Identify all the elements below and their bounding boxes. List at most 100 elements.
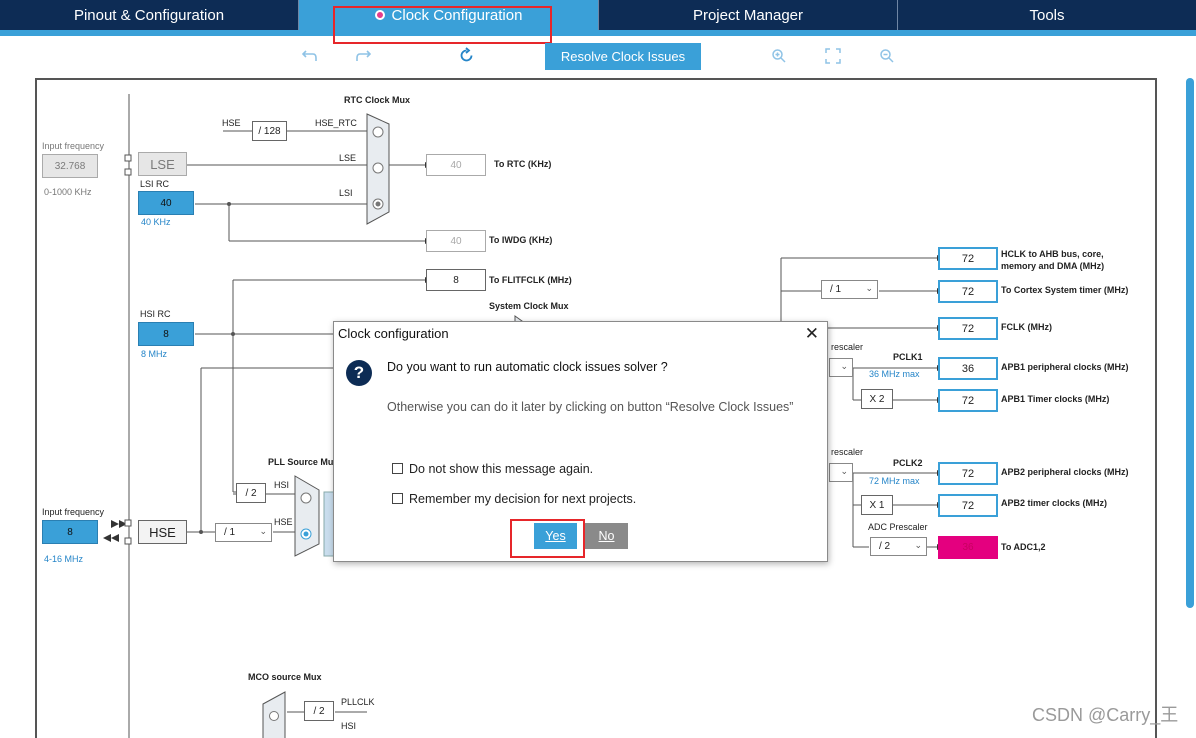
pclk2-max-label: 72 MHz max — [869, 476, 920, 486]
apb1-timer-value: 72 — [938, 389, 998, 412]
hse-range-label: 4-16 MHz — [44, 554, 84, 564]
tab-project-manager[interactable]: Project Manager — [599, 0, 897, 30]
no-button[interactable]: No — [585, 523, 628, 549]
cortex-timer-value: 72 — [938, 280, 998, 303]
question-icon: ? — [346, 360, 372, 386]
apb1-timer-mul: X 2 — [861, 389, 893, 409]
apb2-timer-value: 72 — [938, 494, 998, 517]
iwdg-output-label: To IWDG (KHz) — [489, 235, 553, 245]
fclk-label: FCLK (MHz) — [1001, 322, 1052, 332]
apb2-timer-label: APB2 timer clocks (MHz) — [1001, 498, 1108, 508]
vertical-scrollbar[interactable] — [1186, 78, 1194, 608]
flitfclk-label: To FLITFCLK (MHz) — [489, 275, 572, 285]
apb2-timer-mul: X 1 — [861, 495, 893, 515]
apb1-prescaler-label: rescaler — [831, 342, 864, 352]
pll-source-mux-label: PLL Source Mu — [268, 457, 334, 467]
tab-bar: Pinout & Configuration Clock Configurati… — [0, 0, 1196, 30]
lsi-rc-label: LSI RC — [140, 179, 170, 189]
mco-div2-box: / 2 — [304, 701, 334, 721]
redo-icon[interactable] — [355, 48, 372, 68]
lse-frequency-input[interactable]: 32.768 — [42, 154, 98, 178]
remember-decision-checkbox[interactable] — [392, 493, 403, 504]
pll-hsi-label: HSI — [274, 480, 290, 490]
tab-tools[interactable]: Tools — [898, 0, 1196, 30]
hsi-rc-value: 8 — [138, 322, 194, 346]
lsi-khz-label: 40 KHz — [141, 217, 171, 227]
rtc-mux-label: RTC Clock Mux — [344, 95, 411, 105]
tab-underline — [0, 30, 1196, 36]
highlight-box-tab — [333, 6, 552, 44]
adc-prescaler-select[interactable]: / 2 ⌄ — [870, 537, 927, 556]
hclk-value[interactable]: 72 — [938, 247, 998, 270]
chevron-down-icon: ⌄ — [914, 540, 922, 550]
adc-prescaler-label: ADC Prescaler — [868, 522, 928, 532]
apb1-timer-label: APB1 Timer clocks (MHz) — [1001, 394, 1110, 404]
hse-input-freq-label: Input frequency — [42, 507, 105, 517]
lse-block[interactable]: LSE — [138, 152, 187, 176]
mco-hsi-label: HSI — [341, 721, 357, 731]
apb2-peripheral-label: APB2 peripheral clocks (MHz) — [1001, 467, 1129, 477]
remember-decision-label: Remember my decision for next projects. — [409, 492, 637, 506]
tab-project-label: Project Manager — [692, 6, 804, 24]
apb1-peripheral-label: APB1 peripheral clocks (MHz) — [1001, 362, 1129, 372]
chevron-down-icon: ⌄ — [840, 361, 848, 371]
adc-prescaler-value: / 2 — [879, 541, 891, 552]
mco-source-mux-label: MCO source Mux — [248, 672, 322, 682]
hse-rtc-label: HSE_RTC — [315, 118, 357, 128]
resolve-clock-issues-button[interactable]: Resolve Clock Issues — [545, 43, 701, 70]
hse-prediv-select[interactable]: / 1 ⌄ — [215, 523, 272, 542]
hsi-rc-label: HSI RC — [140, 309, 171, 319]
rtc-div128-box: / 128 — [252, 121, 287, 141]
hse-label: HSE — [222, 118, 241, 128]
apb2-prescaler-select[interactable]: ⌄ — [829, 463, 853, 482]
tab-pinout[interactable]: Pinout & Configuration — [0, 0, 298, 30]
highlight-box-yes — [510, 519, 585, 558]
do-not-show-label: Do not show this message again. — [409, 462, 594, 476]
refresh-icon[interactable] — [458, 47, 475, 68]
apb2-prescaler-label: rescaler — [831, 447, 864, 457]
hclk-label: HCLK to AHB bus, core, — [1001, 249, 1104, 259]
cortex-divider-value: / 1 — [830, 284, 842, 295]
zoom-in-icon[interactable] — [771, 48, 787, 68]
rtc-output-value: 40 — [426, 154, 486, 176]
apb2-peripheral-value: 72 — [938, 462, 998, 485]
hsi-mhz-label: 8 MHz — [141, 349, 168, 359]
watermark: CSDN @Carry_王 — [1032, 705, 1179, 725]
lse-range-label: 0-1000 KHz — [44, 187, 92, 197]
hse-block[interactable]: HSE — [138, 520, 187, 544]
hse-prediv-value: / 1 — [224, 527, 236, 538]
undo-icon[interactable] — [301, 48, 318, 68]
close-icon[interactable]: ✕ — [805, 324, 819, 344]
adc-output-label: To ADC1,2 — [1001, 542, 1046, 552]
dialog-question: Do you want to run automatic clock issue… — [387, 360, 668, 374]
pclk1-label: PCLK1 — [893, 352, 923, 362]
mco-pllclk-label: PLLCLK — [341, 697, 375, 707]
chevron-down-icon: ⌄ — [259, 526, 267, 536]
cortex-timer-label: To Cortex System timer (MHz) — [1001, 285, 1129, 295]
iwdg-output-value: 40 — [426, 230, 486, 252]
tab-pinout-label: Pinout & Configuration — [73, 6, 225, 24]
flitfclk-value: 8 — [426, 269, 486, 291]
lse-input-freq-label: Input frequency — [42, 141, 105, 151]
lsi-rc-value: 40 — [138, 191, 194, 215]
sys-mux-label: System Clock Mux — [489, 301, 569, 311]
zoom-out-icon[interactable] — [879, 48, 895, 68]
do-not-show-checkbox[interactable] — [392, 463, 403, 474]
lse-line-label: LSE — [339, 153, 357, 163]
dialog-title: Clock configuration — [338, 326, 449, 341]
lsi-line-label: LSI — [339, 188, 353, 198]
fclk-value: 72 — [938, 317, 998, 340]
tab-tools-label: Tools — [1029, 6, 1065, 24]
adc-output-value: 36 — [938, 536, 998, 559]
apb1-prescaler-select[interactable]: ⌄ — [829, 358, 853, 377]
chevron-down-icon: ⌄ — [865, 283, 873, 293]
pclk2-label: PCLK2 — [893, 458, 923, 468]
rtc-output-label: To RTC (KHz) — [494, 159, 552, 169]
hse-frequency-input[interactable]: 8 — [42, 520, 98, 544]
apb1-peripheral-value: 36 — [938, 357, 998, 380]
pll-hsi-div2: / 2 — [236, 483, 266, 503]
cortex-divider-select[interactable]: / 1 ⌄ — [821, 280, 878, 299]
pclk1-max-label: 36 MHz max — [869, 369, 920, 379]
pll-hse-label: HSE — [274, 517, 293, 527]
fit-screen-icon[interactable] — [825, 48, 841, 68]
